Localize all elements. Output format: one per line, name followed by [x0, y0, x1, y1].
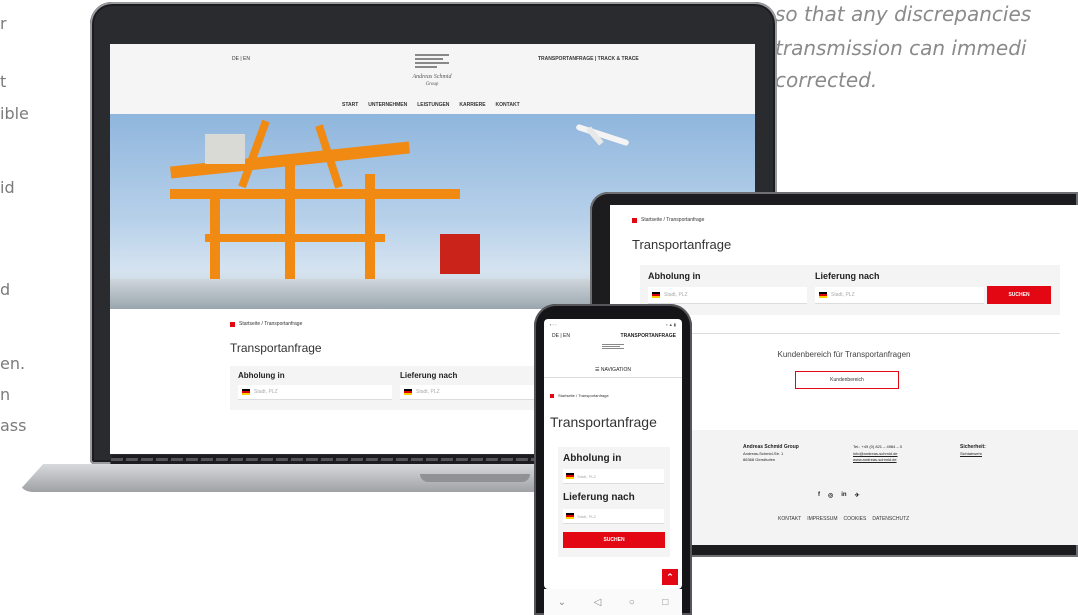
- xing-icon[interactable]: ✈: [855, 492, 860, 499]
- facebook-icon[interactable]: f: [818, 492, 820, 499]
- delivery-label: Lieferung nach: [400, 371, 458, 380]
- delivery-input[interactable]: Stadt, PLZ: [815, 287, 984, 304]
- quote-line: so that any discrepancies: [775, 2, 1032, 26]
- pickup-label: Abholung in: [648, 271, 701, 281]
- delivery-label: Lieferung nach: [815, 271, 880, 281]
- tablet-request-form: Abholung in Stadt, PLZ Lieferung nach St…: [640, 265, 1060, 315]
- pickup-label: Abholung in: [563, 453, 622, 464]
- footer-link-datenschutz[interactable]: DATENSCHUTZ: [872, 516, 909, 522]
- pickup-input[interactable]: Stadt, PLZ: [238, 385, 392, 400]
- germany-flag-icon[interactable]: [819, 292, 827, 298]
- laptop-notch: [420, 474, 530, 482]
- pickup-input[interactable]: Stadt, PLZ: [563, 469, 664, 484]
- site-header: DE | EN TRANSPORTANFRAGE | TRACK & TRACE…: [110, 44, 755, 114]
- fragment-line: r: [0, 14, 7, 33]
- delivery-input[interactable]: Stadt, PLZ: [400, 385, 554, 400]
- main-nav: START UNTERNEHMEN LEISTUNGEN KARRIERE KO…: [342, 102, 520, 108]
- pickup-input[interactable]: Stadt, PLZ: [648, 287, 807, 304]
- germany-flag-icon[interactable]: [566, 473, 574, 479]
- footer-company: Andreas Schmid Group: [743, 444, 799, 450]
- fragment-line: ible: [0, 104, 29, 123]
- fragment-line: d: [0, 280, 11, 299]
- company-sub: Group: [425, 82, 439, 87]
- search-button[interactable]: SUCHEN: [563, 532, 665, 548]
- android-nav-bar: ⌄ ◁ ○ □: [544, 589, 682, 615]
- nav-kontakt[interactable]: KONTAKT: [496, 102, 520, 108]
- nav-start[interactable]: START: [342, 102, 358, 108]
- phone-navigation-toggle[interactable]: ☰ NAVIGATION: [544, 367, 682, 373]
- tablet-page-title: Transportanfrage: [632, 237, 732, 252]
- nav-unternehmen[interactable]: UNTERNEHMEN: [368, 102, 407, 108]
- footer-city: 86368 Gersthofen: [743, 457, 776, 462]
- home-icon[interactable]: ○: [629, 597, 635, 608]
- fragment-line: en.: [0, 354, 26, 373]
- phone-top-link[interactable]: TRANSPORTANFRAGE: [621, 333, 676, 339]
- phone-breadcrumb: Startseite / Transportanfrage: [550, 393, 609, 398]
- breadcrumb-text[interactable]: Startseite / Transportanfrage: [641, 217, 704, 223]
- footer-web[interactable]: www.andreas-schmid.de: [853, 457, 897, 462]
- language-switch[interactable]: DE | EN: [232, 56, 250, 62]
- chevron-down-icon[interactable]: ⌄: [558, 597, 566, 608]
- delivery-input[interactable]: Stadt, PLZ: [563, 509, 664, 524]
- nav-leistungen[interactable]: LEISTUNGEN: [417, 102, 449, 108]
- quote-line: transmission can immedi: [775, 36, 1027, 60]
- status-left: ▪ ◦ ◦: [550, 322, 557, 327]
- customer-area-button[interactable]: Kundenbereich: [795, 371, 899, 389]
- phone-page-title: Transportanfrage: [550, 414, 657, 430]
- fragment-line: id: [0, 178, 15, 197]
- phone-screen: ▪ ◦ ◦ ▪ ▲ ▮ DE | EN TRANSPORTANFRAGE ☰ N…: [544, 319, 682, 589]
- page-title: Transportanfrage: [230, 341, 322, 355]
- search-button[interactable]: SUCHEN: [987, 286, 1051, 304]
- germany-flag-icon[interactable]: [404, 389, 412, 395]
- quote-line: corrected.: [775, 68, 878, 92]
- fragment-line: t: [0, 72, 7, 91]
- breadcrumb-text[interactable]: Startseite / Transportanfrage: [239, 321, 302, 327]
- top-links[interactable]: TRANSPORTANFRAGE | TRACK & TRACE: [538, 56, 639, 62]
- footer-security-title: Sicherheit:: [960, 444, 986, 450]
- scroll-top-button[interactable]: ⌃: [662, 569, 678, 585]
- delivery-label: Lieferung nach: [563, 492, 635, 503]
- social-icons: f ◎ in ✈: [818, 492, 860, 499]
- instagram-icon[interactable]: ◎: [828, 492, 833, 499]
- germany-flag-icon[interactable]: [566, 513, 574, 519]
- nav-karriere[interactable]: KARRIERE: [459, 102, 485, 108]
- footer-link-kontakt[interactable]: KONTAKT: [778, 516, 801, 522]
- company-name: Andreas Schmid: [412, 74, 452, 80]
- phone-request-form: Abholung in Stadt, PLZ Lieferung nach St…: [558, 447, 670, 557]
- company-logo-icon[interactable]: [602, 344, 624, 354]
- linkedin-icon[interactable]: in: [841, 492, 846, 499]
- tablet-breadcrumb: Startseite / Transportanfrage: [632, 217, 704, 223]
- pickup-label: Abholung in: [238, 371, 285, 380]
- footer-phone: Tel.: +49 (0) 821 – 4984 – 0: [853, 444, 903, 449]
- footer-address: Andreas-Schmid-Str. 1: [743, 451, 784, 456]
- recents-icon[interactable]: □: [662, 597, 668, 608]
- status-right: ▪ ▲ ▮: [666, 322, 676, 327]
- footer-email[interactable]: info@andreas-schmid.de: [853, 451, 898, 456]
- breadcrumb: Startseite / Transportanfrage: [230, 321, 302, 327]
- back-icon[interactable]: ◁: [594, 597, 602, 608]
- fragment-line: n: [0, 385, 11, 404]
- footer-link-cookies[interactable]: COOKIES: [844, 516, 867, 522]
- quote-text: so that any discrepancies transmission c…: [775, 0, 1078, 100]
- footer-links: KONTAKT IMPRESSUM COOKIES DATENSCHUTZ: [778, 516, 909, 522]
- phone-language-switch[interactable]: DE | EN: [552, 333, 570, 339]
- germany-flag-icon[interactable]: [652, 292, 660, 298]
- fragment-line: ass: [0, 416, 27, 435]
- footer-link-impressum[interactable]: IMPRESSUM: [807, 516, 837, 522]
- footer-security-link[interactable]: Sichtabwehr: [960, 451, 982, 456]
- company-logo-icon[interactable]: [415, 54, 449, 70]
- germany-flag-icon[interactable]: [242, 389, 250, 395]
- left-text-fragment: r t ible id d en. n ass: [0, 0, 100, 460]
